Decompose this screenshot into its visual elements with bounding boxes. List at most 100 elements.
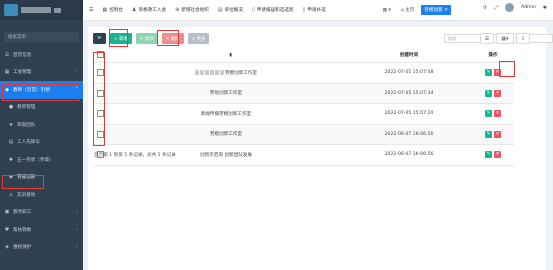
page-tabs: ▦ ▾ ⌂ 主页 劳模创新 ✕ xyxy=(380,5,451,15)
row-edit-button[interactable]: ✎ xyxy=(485,89,492,97)
gear-icon[interactable]: ✱ xyxy=(543,5,547,11)
logo xyxy=(4,4,18,16)
sidebar-item-teacher-leading[interactable]: ◆ 教师（示范）引领 ˅ xyxy=(0,81,83,99)
row-delete-button[interactable]: ✕ xyxy=(494,69,501,77)
sidebar-item-label: 工会管理 xyxy=(13,70,32,76)
row-checkbox[interactable] xyxy=(96,89,104,97)
tab-model-innovation[interactable]: 劳模创新 ✕ xyxy=(421,5,451,15)
plus-circle-icon: ⊕ xyxy=(175,7,180,13)
brand xyxy=(0,0,83,20)
table-row[interactable]: 劳模创新工作室 2022-06-07 16:06:56 ✎ ✕ xyxy=(94,124,514,145)
sidebar-item-may-day-award[interactable]: ✹ 五一奖状（奖章） xyxy=(0,151,83,169)
sidebar-item-label: 实训基地 xyxy=(17,192,36,198)
file-icon: ▯ xyxy=(251,7,255,13)
row-checkbox[interactable] xyxy=(96,110,104,118)
sidebar-item-label: 劳模创新 xyxy=(17,175,36,181)
fullscreen-icon[interactable]: ⤢ xyxy=(494,5,498,11)
row-created: 2022-07-05 15:07:48 xyxy=(346,62,472,84)
row-checkbox[interactable] xyxy=(96,130,104,138)
table-row[interactable]: 劳模创新工作室 2022-07-05 15:07:48 ✎ ✕ xyxy=(94,62,514,84)
row-delete-button[interactable]: ✕ xyxy=(494,151,501,159)
tab-grid-icon[interactable]: ▦ ▾ xyxy=(380,5,394,15)
sidebar-item-label: 服务职工 xyxy=(13,210,32,216)
topbar-tools: ⟳ ⤢ Admin ✱ xyxy=(483,3,547,12)
lightbulb-icon: ◉ xyxy=(8,174,14,181)
sidebar-item-label: 荣誉团队 xyxy=(17,122,36,128)
nav-apply-election[interactable]: ▯ 申请报届和选选到 xyxy=(252,7,294,13)
nav-apply-byelection[interactable]: ▯ 申请补选 xyxy=(303,7,326,13)
file-icon: ▯ xyxy=(302,7,306,13)
data-table: 名称▮ 创建时间 操作 劳模创新工作室 2022-07-05 15:07:48 … xyxy=(94,47,514,166)
refresh-icon[interactable]: ⟳ xyxy=(483,5,487,11)
sidebar-item-assistance[interactable]: ♥ 帮扶救助 ‹ xyxy=(0,221,83,239)
sidebar-item-label: 首页信息 xyxy=(13,52,32,58)
row-delete-button[interactable]: ✕ xyxy=(494,89,501,97)
header-created[interactable]: 创建时间 xyxy=(346,47,472,63)
list-view-button[interactable]: ☰ xyxy=(480,33,494,44)
sidebar-menu: ☰ 首页信息 ▦ 工会管理 ‹ ◆ 教师（示范）引领 ˅ ● 教师管理 ★ 荣誉团队 ▤ 工人先… xyxy=(0,46,83,256)
heart-icon: ♥ xyxy=(4,226,10,233)
nav-join-union[interactable]: ♟ 资格政工入会 xyxy=(132,7,166,13)
user-plus-icon: ♟ xyxy=(132,7,137,13)
shield-icon: ◈ xyxy=(5,244,9,251)
hamburger-icon[interactable]: ☰ xyxy=(89,7,93,13)
star-icon: ★ xyxy=(8,121,14,128)
tab-label: 主页 xyxy=(405,8,415,13)
sidebar-item-home-info[interactable]: ☰ 首页信息 xyxy=(0,46,83,64)
user-name[interactable]: Admin xyxy=(521,5,536,10)
row-edit-button[interactable]: ✎ xyxy=(485,151,492,159)
columns-button[interactable]: ⇩ xyxy=(516,33,530,44)
grid-view-button[interactable]: ▦▾ xyxy=(496,33,514,44)
sidebar-item-union-management[interactable]: ▦ 工会管理 ‹ xyxy=(0,64,83,82)
more-button[interactable]: ⇩ 更多 xyxy=(187,33,210,44)
sidebar-item-model-innovation[interactable]: ◉ 劳模创新 xyxy=(0,169,83,187)
row-edit-button[interactable]: ✎ xyxy=(485,130,492,138)
sidebar-item-honor-team[interactable]: ★ 荣誉团队 xyxy=(0,116,83,134)
grid-icon: ▤ xyxy=(217,7,223,13)
edit-button[interactable]: ✎ 修改 xyxy=(135,33,158,44)
row-name: 劳模创新工作室 xyxy=(224,70,258,76)
select-all-cell[interactable] xyxy=(94,47,106,63)
sidebar-search-input[interactable]: 搜索菜单 xyxy=(4,32,79,42)
nav-dashboard[interactable]: ▦ 控制台 xyxy=(102,7,123,13)
nav-label: 申请补选 xyxy=(307,8,326,13)
row-created: 2022-06-07 16:06:56 xyxy=(346,144,472,166)
row-delete-button[interactable]: ✕ xyxy=(494,110,501,118)
sidebar-item-training-base[interactable]: ⌂ 实训基地 xyxy=(0,186,83,204)
sidebar-item-serve-workers[interactable]: ▣ 服务职工 ‹ xyxy=(0,204,83,222)
table-row[interactable]: 劳动创新工作室 2022-07-05 15:07:34 ✎ ✕ xyxy=(94,83,514,104)
sidebar-item-label: 工人先锋号 xyxy=(17,140,40,146)
header-name[interactable]: 名称▮ xyxy=(106,47,346,63)
book-icon: ▤ xyxy=(8,139,14,146)
add-button[interactable]: + 新增 xyxy=(110,33,132,44)
row-edit-button[interactable]: ✎ xyxy=(485,69,492,77)
avatar[interactable] xyxy=(505,3,515,12)
select-all-checkbox[interactable] xyxy=(96,51,104,58)
sidebar-item-label: 帮扶救助 xyxy=(13,227,32,233)
nav-label: 新增社会组织 xyxy=(181,8,209,13)
sidebar-item-teacher-management[interactable]: ● 教师管理 xyxy=(0,99,83,117)
sidebar: 搜索菜单 ☰ 首页信息 ▦ 工会管理 ‹ ◆ 教师（示范）引领 ˅ ● 教师管理 ★ 荣誉团队… xyxy=(0,0,83,270)
nav-add-organization[interactable]: ⊕ 新增社会组织 xyxy=(175,7,209,13)
row-name: 新闻传播劳模创新工作室 xyxy=(106,103,346,125)
chevron-left-icon: ‹ xyxy=(76,209,78,216)
refresh-button[interactable]: ⟳ xyxy=(93,33,106,44)
tab-home[interactable]: ⌂ 主页 xyxy=(398,5,418,15)
brand-sub xyxy=(54,7,61,13)
sidebar-item-worker-pioneer[interactable]: ▤ 工人先锋号 xyxy=(0,134,83,152)
delete-button[interactable]: ✕ 删除 xyxy=(161,33,184,44)
pagination-summary: 显示第 1 到第 5 条记录，总共 5 条记录 xyxy=(94,153,176,158)
row-delete-button[interactable]: ✕ xyxy=(494,130,501,138)
row-edit-button[interactable]: ✎ xyxy=(485,110,492,118)
blur-mask xyxy=(194,69,225,76)
sidebar-item-rights-protection[interactable]: ◈ 维权保护 ‹ xyxy=(0,239,83,257)
table-row[interactable]: 新闻传播劳模创新工作室 2022-07-05 15:07:20 ✎ ✕ xyxy=(94,103,514,125)
dashboard-icon: ▦ xyxy=(102,7,108,13)
sidebar-item-label: 五一奖状（奖章） xyxy=(17,157,54,163)
nav-unit-overview[interactable]: ▤ 单位概况 xyxy=(218,7,243,13)
header-ops: 操作 xyxy=(472,47,514,63)
row-checkbox[interactable] xyxy=(96,69,104,77)
list-icon: ☰ xyxy=(4,51,10,58)
chevron-left-icon: ‹ xyxy=(76,226,78,233)
users-icon: ▣ xyxy=(4,209,10,216)
